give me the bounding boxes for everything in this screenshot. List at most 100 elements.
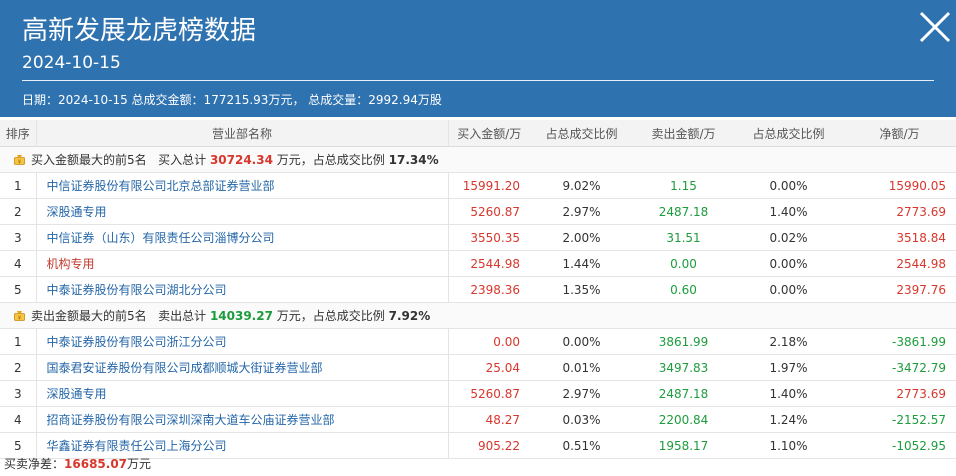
buy-ratio: 0.03%: [530, 406, 633, 433]
sell-amount: 1.15: [633, 172, 734, 199]
net-amount: 2773.69: [843, 198, 956, 225]
svg-text:¥: ¥: [18, 315, 21, 321]
sell-ratio: 0.00%: [734, 276, 843, 303]
table-row: 4 招商证券股份有限公司深圳深南大道车公庙证券营业部 48.27 0.03% 2200.…: [0, 406, 956, 433]
net-difference-label: 买卖净差：: [4, 457, 65, 471]
branch-name-link[interactable]: 机构专用: [35, 250, 448, 277]
branch-name-link[interactable]: 国泰君安证券股份有限公司成都顺城大街证券营业部: [35, 354, 448, 381]
buy-amount: 48.27: [447, 406, 530, 433]
close-button[interactable]: [914, 8, 954, 48]
col-net: 净额/万: [843, 120, 956, 147]
sell-ratio: 1.10%: [734, 432, 843, 459]
section-label: 卖出金额最大的前5名: [31, 309, 147, 323]
sell-section-header: ¥ 卖出金额最大的前5名 卖出总计 14039.27 万元，占总成交比例 7.92…: [0, 302, 956, 329]
buy-amount: 5260.87: [447, 198, 530, 225]
rank-cell: 4: [0, 250, 36, 277]
section-total: 30724.34: [209, 153, 273, 167]
branch-name-link[interactable]: 招商证券股份有限公司深圳深南大道车公庙证券营业部: [35, 406, 448, 433]
branch-name-link[interactable]: 中信证券股份有限公司北京总部证券营业部: [35, 172, 448, 199]
net-difference-value: 16685.07: [64, 457, 128, 471]
buy-ratio: 1.44%: [530, 250, 633, 277]
buy-ratio: 2.00%: [530, 224, 633, 251]
section-total: 14039.27: [209, 309, 273, 323]
sell-ratio: 0.00%: [734, 172, 843, 199]
ranking-table: 排序 营业部名称 买入金额/万 占总成交比例 卖出金额/万 占总成交比例 净额/…: [0, 120, 956, 459]
table-row: 5 中泰证券股份有限公司湖北分公司 2398.36 1.35% 0.60 0.00% 239…: [0, 276, 956, 303]
sell-amount: 3497.83: [633, 354, 734, 381]
money-bag-icon: ¥: [14, 155, 25, 165]
table-row: 1 中泰证券股份有限公司浙江分公司 0.00 0.00% 3861.99 2.18% -38…: [0, 328, 956, 355]
sell-ratio: 1.40%: [734, 380, 843, 407]
buy-ratio: 0.51%: [530, 432, 633, 459]
sell-amount: 1958.17: [633, 432, 734, 459]
money-bag-icon: ¥: [14, 311, 25, 321]
sell-ratio: 1.97%: [734, 354, 843, 381]
sell-amount: 3861.99: [633, 328, 734, 355]
svg-text:¥: ¥: [18, 159, 21, 165]
buy-section-header: ¥ 买入金额最大的前5名 买入总计 30724.34 万元，占总成交比例 17.3…: [0, 146, 956, 173]
net-amount: 2397.76: [843, 276, 956, 303]
section-total-prefix: 卖出总计: [158, 309, 207, 323]
table-row: 3 中信证券（山东）有限责任公司淄博分公司 3550.35 2.00% 31.51 0.0…: [0, 224, 956, 251]
page-title: 高新发展龙虎榜数据: [22, 16, 257, 46]
table-row: 4 机构专用 2544.98 1.44% 0.00 0.00% 2544.98: [0, 250, 956, 277]
net-amount: 2773.69: [843, 380, 956, 407]
col-sell: 卖出金额/万: [633, 120, 734, 147]
sell-ratio: 2.18%: [734, 328, 843, 355]
rank-cell: 1: [0, 172, 36, 199]
buy-ratio: 1.35%: [530, 276, 633, 303]
modal-header: 高新发展龙虎榜数据 2024-10-15 日期：2024-10-15 总成交金额…: [0, 0, 956, 117]
section-total-suffix: 万元，占总成交比例: [276, 153, 385, 167]
section-total-suffix: 万元，占总成交比例: [276, 309, 385, 323]
table-row: 3 深股通专用 5260.87 2.97% 2487.18 1.40% 2773.69: [0, 380, 956, 407]
sell-amount: 0.00: [633, 250, 734, 277]
net-amount: -2152.57: [843, 406, 956, 433]
col-name: 营业部名称: [35, 120, 448, 147]
close-icon: [919, 11, 951, 43]
sell-amount: 2487.18: [633, 198, 734, 225]
branch-name-link[interactable]: 中泰证券股份有限公司浙江分公司: [35, 328, 448, 355]
table-header-row: 排序 营业部名称 买入金额/万 占总成交比例 卖出金额/万 占总成交比例 净额/…: [0, 120, 956, 147]
rank-cell: 3: [0, 380, 36, 407]
rank-cell: 2: [0, 354, 36, 381]
sell-ratio: 0.00%: [734, 250, 843, 277]
sell-amount: 31.51: [633, 224, 734, 251]
rank-cell: 4: [0, 406, 36, 433]
rank-cell: 3: [0, 224, 36, 251]
buy-amount: 0.00: [447, 328, 530, 355]
branch-name-link[interactable]: 中信证券（山东）有限责任公司淄博分公司: [35, 224, 448, 251]
buy-ratio: 2.97%: [530, 198, 633, 225]
buy-amount: 25.04: [447, 354, 530, 381]
buy-amount: 3550.35: [447, 224, 530, 251]
rank-cell: 2: [0, 198, 36, 225]
header-date: 2024-10-15: [22, 53, 121, 73]
net-amount: 3518.84: [843, 224, 956, 251]
net-amount: -1052.95: [843, 432, 956, 459]
section-label: 买入金额最大的前5名: [31, 153, 147, 167]
section-total-prefix: 买入总计: [158, 153, 207, 167]
net-difference-unit: 万元: [127, 457, 152, 471]
section-ratio: 17.34%: [388, 153, 439, 167]
buy-ratio: 0.00%: [530, 328, 633, 355]
buy-amount: 2544.98: [447, 250, 530, 277]
buy-ratio: 9.02%: [530, 172, 633, 199]
sell-amount: 2200.84: [633, 406, 734, 433]
trade-summary: 日期：2024-10-15 总成交金额：177215.93万元， 总成交量：29…: [22, 93, 442, 107]
buy-ratio: 2.97%: [530, 380, 633, 407]
col-buy-pct: 占总成交比例: [530, 120, 633, 147]
table-row: 2 深股通专用 5260.87 2.97% 2487.18 1.40% 2773.69: [0, 198, 956, 225]
table-row: 2 国泰君安证券股份有限公司成都顺城大街证券营业部 25.04 0.01% 3497.8…: [0, 354, 956, 381]
col-rank: 排序: [0, 120, 36, 147]
sell-ratio: 0.02%: [734, 224, 843, 251]
sell-ratio: 1.40%: [734, 198, 843, 225]
net-amount: 15990.05: [843, 172, 956, 199]
net-amount: -3861.99: [843, 328, 956, 355]
rank-cell: 5: [0, 276, 36, 303]
branch-name-link[interactable]: 中泰证券股份有限公司湖北分公司: [35, 276, 448, 303]
branch-name-link[interactable]: 深股通专用: [35, 380, 448, 407]
buy-amount: 5260.87: [447, 380, 530, 407]
sell-amount: 2487.18: [633, 380, 734, 407]
sell-amount: 0.60: [633, 276, 734, 303]
branch-name-link[interactable]: 深股通专用: [35, 198, 448, 225]
buy-amount: 905.22: [447, 432, 530, 459]
